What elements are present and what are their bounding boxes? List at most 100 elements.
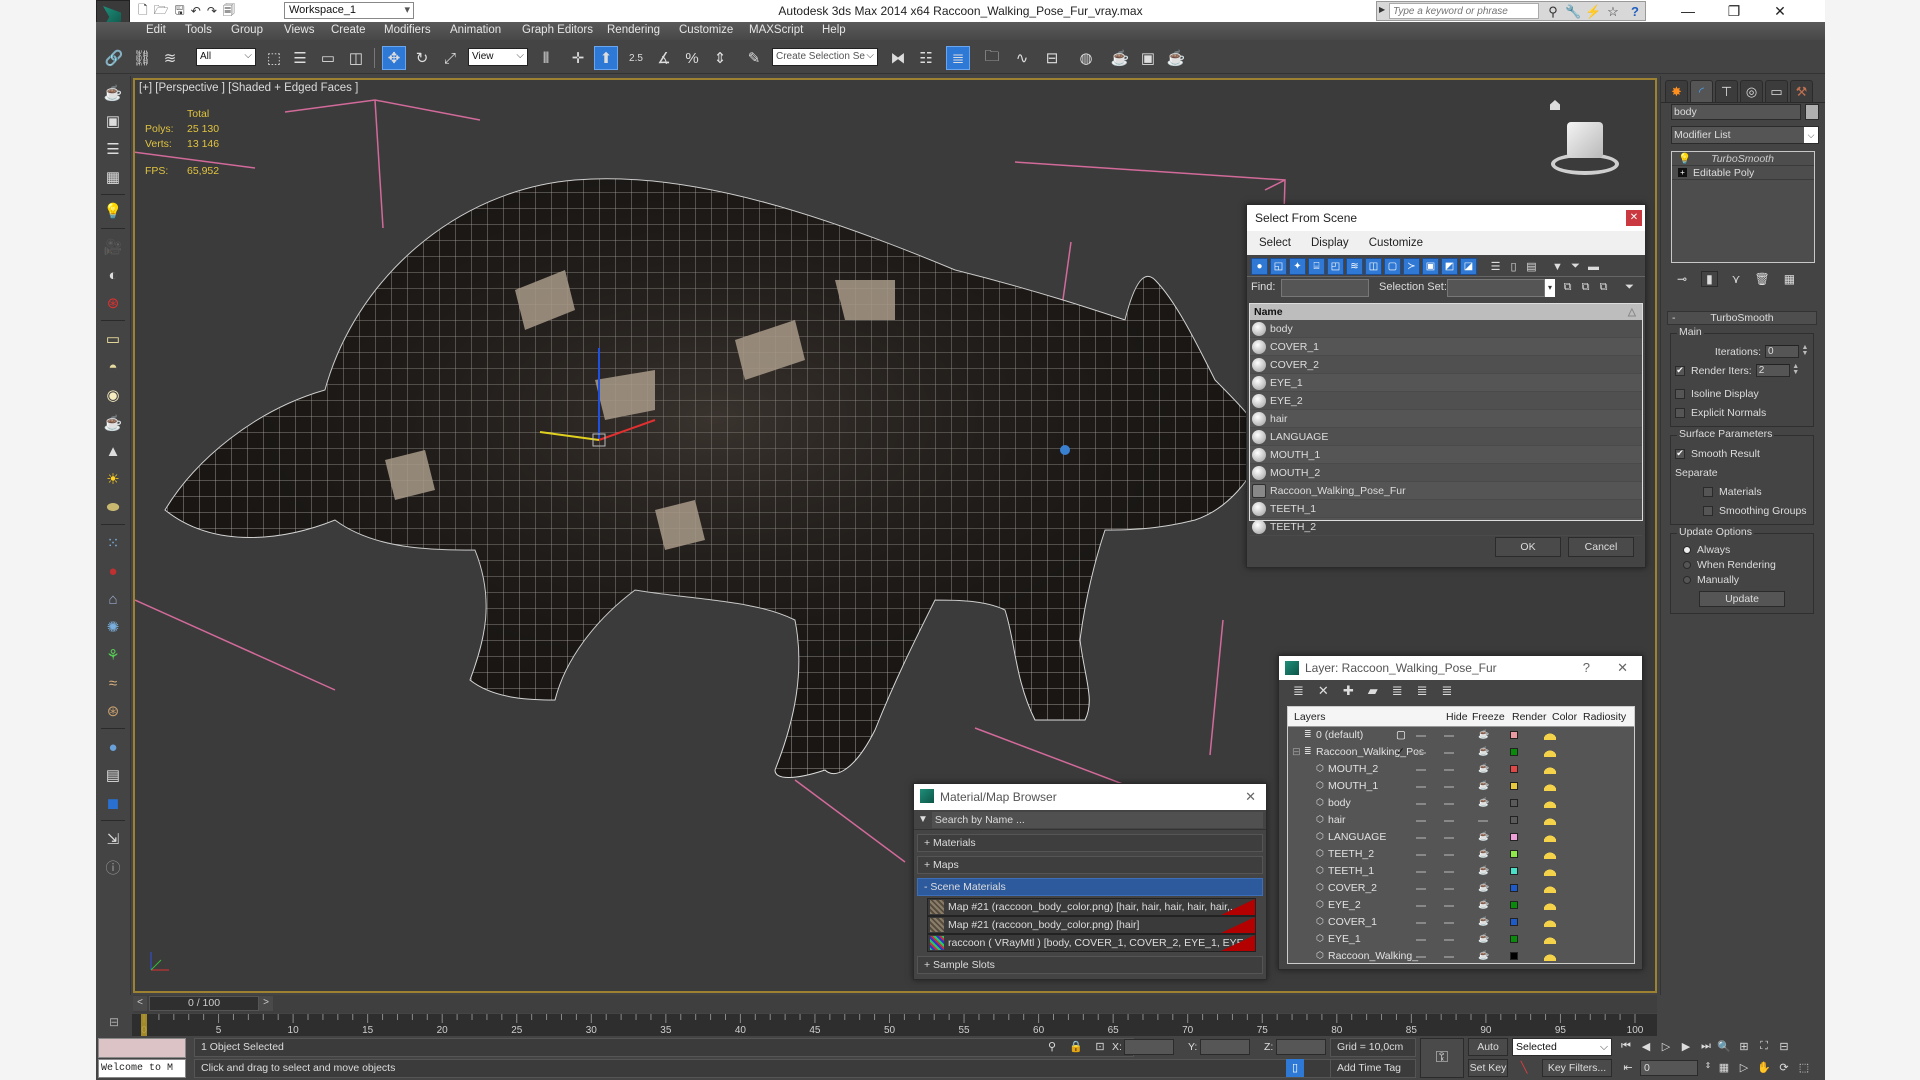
current-frame-field[interactable]: 0 — [1640, 1060, 1698, 1076]
menu-edit[interactable]: Edit — [146, 24, 166, 36]
plane-object-icon[interactable]: ⌂ — [102, 588, 124, 610]
modify-tab-icon[interactable]: ◜ — [1690, 80, 1713, 102]
z-coordinate-field[interactable] — [1276, 1039, 1326, 1055]
layer-color-swatch[interactable] — [1510, 765, 1518, 773]
menu-create[interactable]: Create — [331, 24, 366, 36]
layer-row[interactable]: ⬡ COVER_2 ☕ — [1288, 880, 1634, 897]
freeze-toggle[interactable] — [1444, 803, 1454, 805]
groups-filter-icon[interactable]: ◫ — [1365, 258, 1382, 275]
expand-arrow-icon[interactable]: ▶ — [1379, 5, 1385, 14]
freeze-toggle[interactable] — [1444, 735, 1454, 737]
object-row[interactable]: MOUTH_1 — [1250, 446, 1642, 464]
material-item[interactable]: Map #21 (raccoon_body_color.png) [hair, … — [927, 898, 1256, 916]
close-button[interactable]: ✕ — [1757, 0, 1803, 22]
utilities-tab-icon[interactable]: ⚒ — [1790, 80, 1813, 102]
hide-toggle[interactable] — [1416, 735, 1426, 737]
layer-color-swatch[interactable] — [1510, 850, 1518, 858]
workspace-dropdown[interactable]: Workspace_1 ▾ — [284, 2, 414, 19]
render-teapot-icon[interactable]: ☕ — [1478, 797, 1489, 808]
create-layer-icon[interactable]: ≣ — [1293, 683, 1304, 699]
when-rendering-radio[interactable] — [1683, 560, 1691, 569]
menu-animation[interactable]: Animation — [450, 24, 501, 36]
close-icon[interactable]: ✕ — [1626, 210, 1642, 226]
project-folder-icon[interactable]: 🗐 — [223, 1, 235, 22]
menu-tools[interactable]: Tools — [185, 24, 212, 36]
radiosity-icon[interactable] — [1544, 832, 1556, 842]
selection-filter-dropdown[interactable]: All — [196, 48, 256, 66]
field-of-view-icon[interactable]: ▷ — [1736, 1061, 1752, 1074]
next-frame-icon[interactable]: ▶ — [1678, 1040, 1694, 1053]
absolute-mode-icon[interactable]: ⊡ — [1092, 1040, 1108, 1053]
render-teapot-icon[interactable]: ☕ — [1478, 882, 1489, 893]
menu-graph-editors[interactable]: Graph Editors — [522, 24, 593, 36]
film-reel-icon[interactable]: ⊛ — [102, 292, 124, 314]
layer-manager-icon[interactable]: ≣ — [946, 46, 970, 70]
cone-light-icon[interactable]: ▲ — [102, 440, 124, 462]
key-pen-icon[interactable]: ╲ — [1516, 1061, 1532, 1074]
filter-icon[interactable]: ▼ — [1549, 258, 1566, 275]
freeze-toggle[interactable] — [1444, 922, 1454, 924]
add-to-set-icon[interactable]: ⧉ — [1577, 279, 1594, 296]
hide-toggle[interactable] — [1416, 888, 1426, 890]
object-row[interactable]: Raccoon_Walking_Pose_Fur — [1250, 482, 1642, 500]
invert-display-icon[interactable]: ▤ — [1523, 258, 1540, 275]
zoom-icon[interactable]: 🔍 — [1716, 1040, 1732, 1053]
find-input[interactable] — [1281, 279, 1369, 297]
hidden-filter-icon[interactable]: ◪ — [1460, 258, 1477, 275]
help-icon[interactable]: ? — [1627, 4, 1643, 20]
window-crossing-icon[interactable]: ◫ — [344, 46, 368, 70]
spinner-arrows-icon[interactable]: ▲ ▼ — [1792, 363, 1800, 377]
menu-select[interactable]: Select — [1259, 231, 1291, 255]
layer-color-swatch[interactable] — [1510, 884, 1518, 892]
pivot-center-icon[interactable]: ⫴ — [534, 46, 558, 70]
column-color[interactable]: Color — [1552, 711, 1577, 723]
fur-icon[interactable]: ✺ — [102, 616, 124, 638]
hide-toggle[interactable] — [1416, 939, 1426, 941]
material-editor-icon[interactable]: ▤ — [102, 764, 124, 786]
render-teapot-icon[interactable]: ☕ — [1478, 899, 1489, 910]
group-materials[interactable]: + Materials — [917, 834, 1263, 852]
add-time-tag-button[interactable]: Add Time Tag — [1330, 1059, 1416, 1078]
freeze-toggle[interactable] — [1444, 905, 1454, 907]
layer-color-swatch[interactable] — [1510, 731, 1518, 739]
render-teapot-icon[interactable]: ☕ — [1478, 848, 1489, 859]
add-to-layer-icon[interactable]: ✚ — [1343, 683, 1354, 699]
teapot-icon[interactable]: ☕ — [102, 82, 124, 104]
freeze-toggle[interactable] — [1444, 837, 1454, 839]
menu-display[interactable]: Display — [1311, 231, 1349, 255]
freeze-unfreeze-all-icon[interactable]: ≣ — [1442, 683, 1453, 699]
home-icon[interactable] — [1550, 100, 1560, 110]
material-sphere-icon[interactable]: ● — [102, 736, 124, 758]
reference-coordinate-dropdown[interactable]: View — [468, 48, 528, 66]
options-menu-icon[interactable]: ▼ — [918, 814, 928, 825]
set-key-mode-icon[interactable]: ⚿ — [1420, 1038, 1464, 1078]
freeze-toggle[interactable] — [1444, 820, 1454, 822]
make-unique-icon[interactable]: ⋎ — [1732, 272, 1741, 286]
dialog-title-bar[interactable]: Layer: Raccoon_Walking_Pose_Fur? ✕ — [1279, 656, 1642, 680]
menu-customize[interactable]: Customize — [1369, 231, 1423, 255]
collapse-icon[interactable]: ⊟ — [1292, 746, 1301, 758]
render-frame-icon[interactable]: ▣ — [102, 110, 124, 132]
menu-customize[interactable]: Customize — [679, 24, 733, 36]
frozen-filter-icon[interactable]: ◩ — [1441, 258, 1458, 275]
render-teapot-icon[interactable]: ☕ — [1478, 865, 1489, 876]
play-icon[interactable]: ▷ — [1658, 1040, 1674, 1053]
freeze-toggle[interactable] — [1444, 871, 1454, 873]
column-freeze[interactable]: Freeze — [1472, 711, 1505, 723]
select-manipulate-icon[interactable]: ✛ — [566, 46, 590, 70]
dialog-title-bar[interactable]: Material/Map Browser ✕ — [914, 784, 1266, 810]
render-teapot-icon[interactable]: ☕ — [1478, 933, 1489, 944]
hide-toggle[interactable] — [1416, 820, 1426, 822]
hide-unhide-all-icon[interactable]: ≣ — [1417, 683, 1428, 699]
object-row[interactable]: COVER_1 — [1250, 338, 1642, 356]
freeze-toggle[interactable] — [1444, 956, 1454, 958]
pin-stack-icon[interactable]: ⊸ — [1677, 272, 1687, 286]
close-icon[interactable]: ✕ — [1617, 656, 1628, 680]
show-end-result-icon[interactable]: ▮ — [1701, 271, 1718, 287]
bones-filter-icon[interactable]: ≻ — [1403, 258, 1420, 275]
ox-texture-icon[interactable]: ⊛ — [102, 700, 124, 722]
selection-lock-icon[interactable]: 🔒 — [1068, 1040, 1084, 1053]
sun-icon[interactable]: ☀ — [102, 468, 124, 490]
freeze-toggle[interactable] — [1444, 888, 1454, 890]
material-item[interactable]: raccoon ( VRayMtl ) [body, COVER_1, COVE… — [927, 934, 1256, 952]
